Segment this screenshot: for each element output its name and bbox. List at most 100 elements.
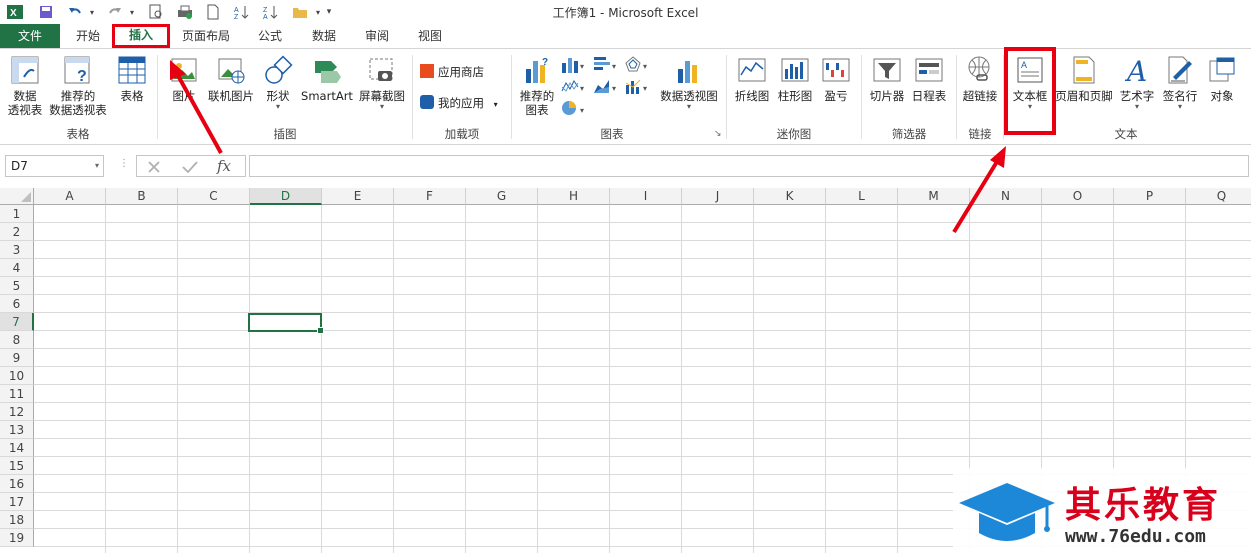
row-header[interactable]: 1 — [0, 205, 34, 223]
tab-insert[interactable]: 插入 — [112, 24, 170, 48]
my-apps-button[interactable]: 我的应用 ▾ — [420, 94, 498, 112]
row-header[interactable]: 16 — [0, 475, 34, 493]
insert-function-button[interactable]: fx — [217, 157, 231, 175]
area-chart-icon[interactable]: ▾ — [592, 77, 618, 98]
hyperlink-button[interactable]: 超链接 — [958, 55, 1002, 103]
group-label-addins: 加载项 — [444, 127, 480, 141]
row-header[interactable]: 12 — [0, 403, 34, 421]
combo-chart-icon[interactable]: ▾ — [624, 77, 650, 98]
row-header[interactable]: 10 — [0, 367, 34, 385]
column-chart-icon[interactable]: ▾ — [560, 55, 586, 76]
formula-buttons: fx — [136, 155, 246, 177]
column-sparkline-button[interactable]: 柱形图 — [774, 55, 816, 103]
chart-type-gallery: ▾ ▾ ▾ ▾ ▾ ▾ ▾ — [560, 55, 656, 121]
svg-text:▾: ▾ — [643, 62, 647, 71]
column-header[interactable]: M — [898, 188, 970, 205]
tab-page-layout[interactable]: 页面布局 — [172, 24, 240, 48]
recommended-chart-icon: ? — [522, 55, 552, 87]
row-header[interactable]: 9 — [0, 349, 34, 367]
column-header[interactable]: Q — [1186, 188, 1251, 205]
column-header[interactable]: E — [322, 188, 394, 205]
tab-formulas[interactable]: 公式 — [246, 24, 294, 48]
column-header[interactable]: N — [970, 188, 1042, 205]
header-footer-button[interactable]: 页眉和页脚 — [1054, 55, 1114, 103]
pie-chart-icon[interactable]: ▾ — [560, 99, 586, 120]
dialog-launcher-icon[interactable]: ↘ — [714, 129, 722, 139]
wordart-button[interactable]: A 艺术字 ▾ — [1116, 55, 1158, 111]
app-store-button[interactable]: 应用商店 — [420, 63, 484, 81]
column-header[interactable]: D — [250, 188, 322, 205]
column-header[interactable]: K — [754, 188, 826, 205]
radar-chart-icon[interactable]: ▾ — [624, 55, 650, 76]
column-header[interactable]: B — [106, 188, 178, 205]
my-apps-dropdown-icon: ▾ — [493, 100, 498, 109]
my-apps-icon — [420, 95, 434, 109]
column-header[interactable]: J — [682, 188, 754, 205]
row-header[interactable]: 8 — [0, 331, 34, 349]
pictures-button[interactable]: 图片 — [166, 55, 202, 103]
watermark-brand: 其乐教育 — [1065, 485, 1222, 526]
row-header[interactable]: 19 — [0, 529, 34, 547]
active-cell-d7[interactable] — [248, 313, 324, 334]
signature-line-button[interactable]: 签名行 ▾ — [1158, 55, 1202, 111]
pivot-table-button[interactable]: 数据 透视表 — [4, 55, 46, 117]
table-button[interactable]: 表格 — [112, 55, 152, 103]
timeline-icon — [914, 55, 944, 87]
row-header[interactable]: 14 — [0, 439, 34, 457]
recommended-charts-button[interactable]: ? 推荐的 图表 — [516, 55, 558, 117]
enter-check-icon[interactable] — [181, 159, 199, 175]
column-header[interactable]: C — [178, 188, 250, 205]
row-header[interactable]: 7 — [0, 313, 34, 331]
tab-home[interactable]: 开始 — [64, 24, 112, 48]
pivot-chart-button[interactable]: 数据透视图 ▾ — [656, 55, 722, 111]
bar-chart-icon[interactable]: ▾ — [592, 55, 618, 76]
svg-text:▾: ▾ — [580, 84, 584, 93]
screenshot-button[interactable]: 屏幕截图 ▾ — [356, 55, 408, 111]
formula-bar-grip-icon: ⋮ — [119, 158, 129, 169]
tab-view[interactable]: 视图 — [406, 24, 454, 48]
online-pictures-button[interactable]: 联机图片 — [204, 55, 258, 103]
group-label-tables: 表格 — [66, 127, 90, 141]
row-header[interactable]: 4 — [0, 259, 34, 277]
tab-file[interactable]: 文件 — [0, 24, 60, 48]
column-header[interactable]: A — [34, 188, 106, 205]
column-header[interactable]: H — [538, 188, 610, 205]
tab-data[interactable]: 数据 — [300, 24, 348, 48]
row-header[interactable]: 13 — [0, 421, 34, 439]
name-box[interactable]: D7 ▾ — [5, 155, 104, 177]
slicer-button[interactable]: 切片器 — [866, 55, 908, 103]
formula-input[interactable] — [249, 155, 1249, 177]
row-header[interactable]: 2 — [0, 223, 34, 241]
pivot-table-icon — [10, 55, 40, 87]
column-header[interactable]: L — [826, 188, 898, 205]
timeline-button[interactable]: 日程表 — [908, 55, 950, 103]
column-header[interactable]: O — [1042, 188, 1114, 205]
select-all-corner[interactable] — [0, 188, 34, 205]
row-header[interactable]: 17 — [0, 493, 34, 511]
line-chart-icon[interactable]: ▾ — [560, 77, 586, 98]
store-icon — [420, 64, 434, 78]
grid-hline — [34, 294, 1251, 295]
row-header[interactable]: 5 — [0, 277, 34, 295]
winloss-sparkline-button[interactable]: 盈亏 — [816, 55, 856, 103]
row-header[interactable]: 6 — [0, 295, 34, 313]
column-header[interactable]: I — [610, 188, 682, 205]
cancel-icon[interactable] — [146, 159, 162, 175]
smartart-button[interactable]: SmartArt — [298, 55, 356, 103]
tab-review[interactable]: 审阅 — [353, 24, 401, 48]
name-box-dropdown-icon[interactable]: ▾ — [95, 156, 99, 176]
row-header[interactable]: 3 — [0, 241, 34, 259]
column-header[interactable]: F — [394, 188, 466, 205]
fill-handle[interactable] — [317, 327, 324, 334]
recommended-pivot-button[interactable]: ? 推荐的 数据透视表 — [46, 55, 110, 117]
column-header[interactable]: G — [466, 188, 538, 205]
row-header[interactable]: 15 — [0, 457, 34, 475]
recommended-pivot-label-2: 数据透视表 — [49, 103, 107, 117]
column-header[interactable]: P — [1114, 188, 1186, 205]
line-sparkline-button[interactable]: 折线图 — [730, 55, 774, 103]
shapes-label: 形状 — [266, 89, 290, 103]
shapes-button[interactable]: 形状 ▾ — [260, 55, 296, 111]
object-button[interactable]: 对象 — [1202, 55, 1242, 103]
row-header[interactable]: 18 — [0, 511, 34, 529]
row-header[interactable]: 11 — [0, 385, 34, 403]
